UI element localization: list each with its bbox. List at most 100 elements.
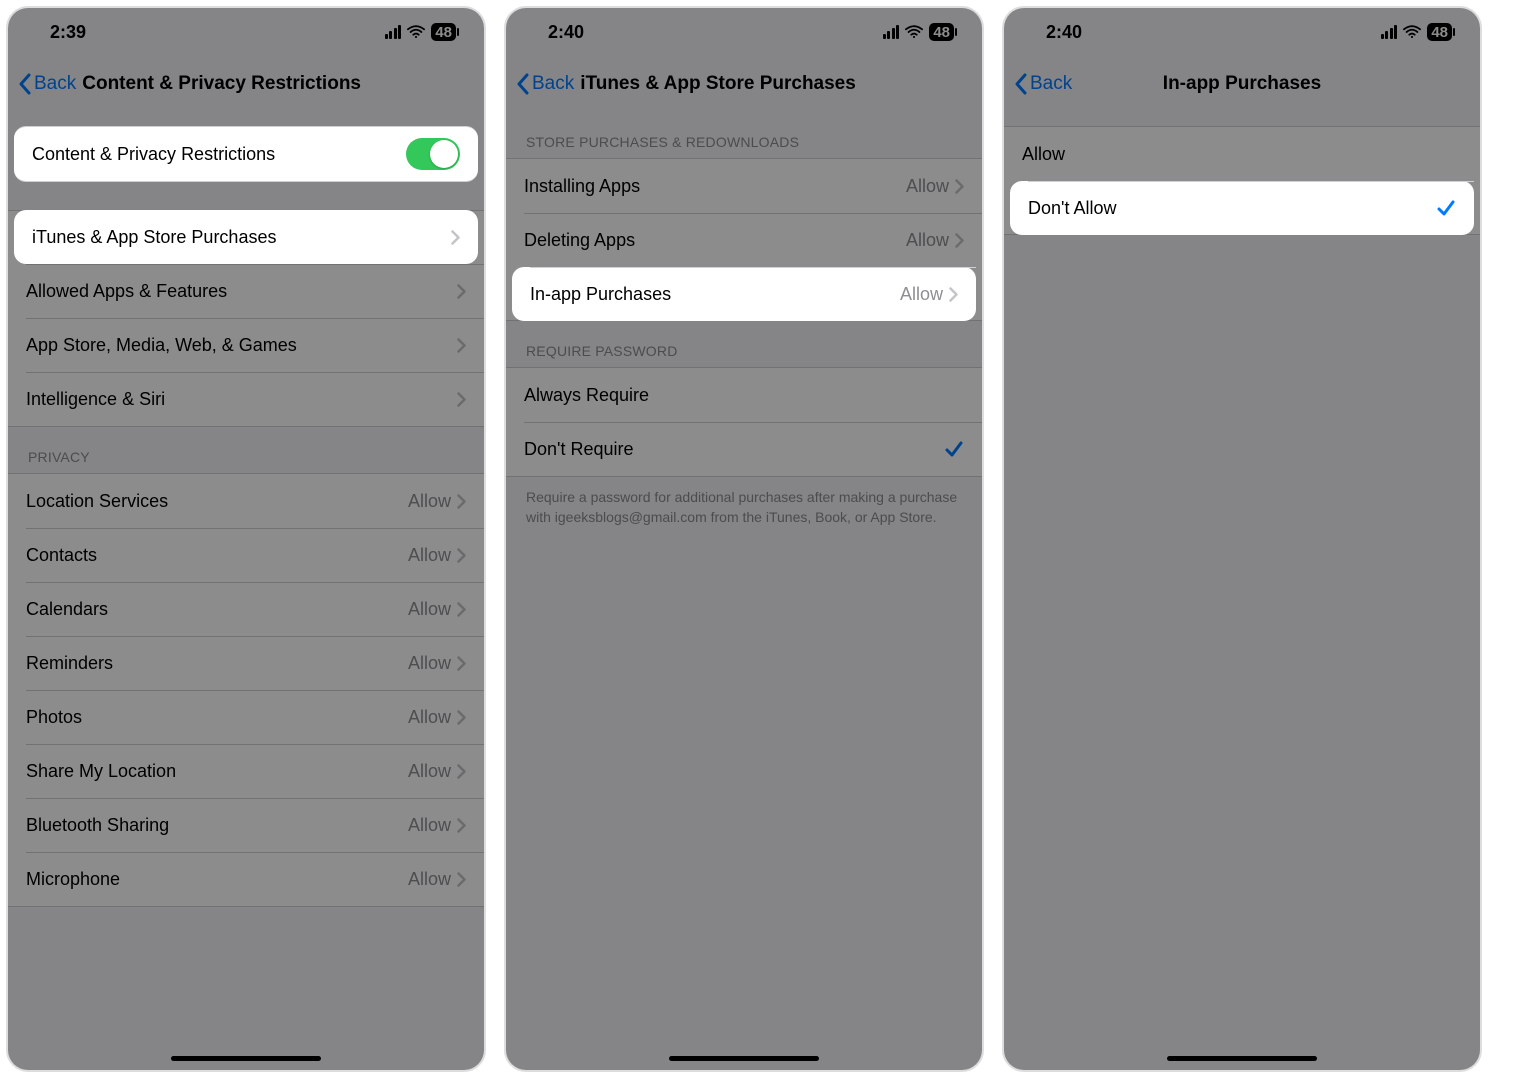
back-button[interactable]: Back [1014,73,1072,95]
password-group: Always Require Don't Require [506,367,982,477]
row-deleting-apps[interactable]: Deleting Apps Allow [506,213,982,267]
chevron-back-icon [18,73,32,95]
row-bluetooth-sharing[interactable]: Bluetooth SharingAllow [8,798,484,852]
back-label: Back [1030,73,1072,95]
status-time: 2:40 [548,22,584,43]
row-microphone[interactable]: MicrophoneAllow [8,852,484,906]
chevron-right-icon [457,392,466,407]
battery-icon: 48 [431,23,456,41]
row-value: Allow [906,230,949,251]
row-photos[interactable]: PhotosAllow [8,690,484,744]
row-value: Allow [408,761,451,782]
wifi-icon [407,25,425,39]
status-time: 2:39 [50,22,86,43]
row-calendars[interactable]: CalendarsAllow [8,582,484,636]
row-label: Don't Allow [1028,198,1436,219]
row-dont-require[interactable]: Don't Require [506,422,982,476]
row-label: Bluetooth Sharing [26,815,408,836]
store-header: Store Purchases & Redownloads [506,112,982,158]
home-indicator[interactable] [669,1056,819,1061]
chevron-back-icon [1014,73,1028,95]
row-value: Allow [408,545,451,566]
row-location-services[interactable]: Location ServicesAllow [8,474,484,528]
screen-1: 2:39 48 Back Content & Privacy Restricti… [6,6,486,1072]
signal-icon [883,25,900,39]
row-contacts[interactable]: ContactsAllow [8,528,484,582]
back-button[interactable]: Back [516,73,574,95]
chevron-right-icon [457,548,466,563]
check-icon [944,439,964,459]
row-allowed-apps[interactable]: Allowed Apps & Features [8,264,484,318]
toggle-group: Content & Privacy Restrictions [14,126,478,182]
chevron-right-icon [457,818,466,833]
row-label: Deleting Apps [524,230,906,251]
chevron-right-icon [457,338,466,353]
screen-3: 2:40 48 Back In-app Purchases Allow Don'… [1002,6,1482,1072]
chevron-right-icon [457,494,466,509]
row-installing-apps[interactable]: Installing Apps Allow [506,159,982,213]
chevron-right-icon [955,179,964,194]
wifi-icon [1403,25,1421,39]
chevron-right-icon [457,656,466,671]
row-reminders[interactable]: RemindersAllow [8,636,484,690]
row-allow[interactable]: Allow [1004,127,1480,181]
row-label: Installing Apps [524,176,906,197]
row-value: Allow [408,869,451,890]
nav-bar: Back Content & Privacy Restrictions [8,56,484,112]
chevron-right-icon [457,872,466,887]
row-label: iTunes & App Store Purchases [32,227,451,248]
status-right: 48 [385,23,456,41]
back-label: Back [34,73,76,95]
row-itunes-app-store[interactable]: iTunes & App Store Purchases [14,210,478,264]
home-indicator[interactable] [171,1056,321,1061]
toggle-label: Content & Privacy Restrictions [32,144,406,165]
signal-icon [385,25,402,39]
footer-note: Require a password for additional purcha… [506,477,982,528]
content: Allow Don't Allow [1004,112,1480,1070]
row-label: Allow [1022,144,1462,165]
row-label: Share My Location [26,761,408,782]
row-label: App Store, Media, Web, & Games [26,335,457,356]
chevron-right-icon [457,602,466,617]
row-share-my-location[interactable]: Share My LocationAllow [8,744,484,798]
page-title: In-app Purchases [1004,73,1480,95]
back-button[interactable]: Back [18,73,76,95]
password-header: Require Password [506,321,982,367]
row-always-require[interactable]: Always Require [506,368,982,422]
status-time: 2:40 [1046,22,1082,43]
content: Content & Privacy Restrictions iTunes & … [8,112,484,1070]
check-icon [1436,198,1456,218]
toggle-switch[interactable] [406,138,460,170]
row-value: Allow [408,491,451,512]
options-group: Allow Don't Allow [1004,126,1480,235]
row-in-app-purchases[interactable]: In-app Purchases Allow [512,267,976,321]
nav-bar: Back iTunes & App Store Purchases [506,56,982,112]
row-label: Always Require [524,385,964,406]
row-value: Allow [906,176,949,197]
battery-icon: 48 [1427,23,1452,41]
row-value: Allow [408,707,451,728]
home-indicator[interactable] [1167,1056,1317,1061]
row-intelligence-siri[interactable]: Intelligence & Siri [8,372,484,426]
chevron-right-icon [955,233,964,248]
status-bar: 2:40 48 [1004,8,1480,56]
row-value: Allow [408,815,451,836]
row-label: Reminders [26,653,408,674]
row-dont-allow[interactable]: Don't Allow [1010,181,1474,235]
main-group: iTunes & App Store Purchases Allowed App… [8,210,484,427]
chevron-right-icon [457,710,466,725]
content-privacy-toggle-row[interactable]: Content & Privacy Restrictions [14,127,478,181]
chevron-right-icon [457,284,466,299]
row-label: Location Services [26,491,408,512]
row-value: Allow [408,599,451,620]
chevron-right-icon [451,230,460,245]
row-app-store-media[interactable]: App Store, Media, Web, & Games [8,318,484,372]
row-label: Contacts [26,545,408,566]
row-value: Allow [900,284,943,305]
chevron-back-icon [516,73,530,95]
row-label: In-app Purchases [530,284,900,305]
status-right: 48 [1381,23,1452,41]
row-label: Calendars [26,599,408,620]
battery-icon: 48 [929,23,954,41]
content: Store Purchases & Redownloads Installing… [506,112,982,1070]
